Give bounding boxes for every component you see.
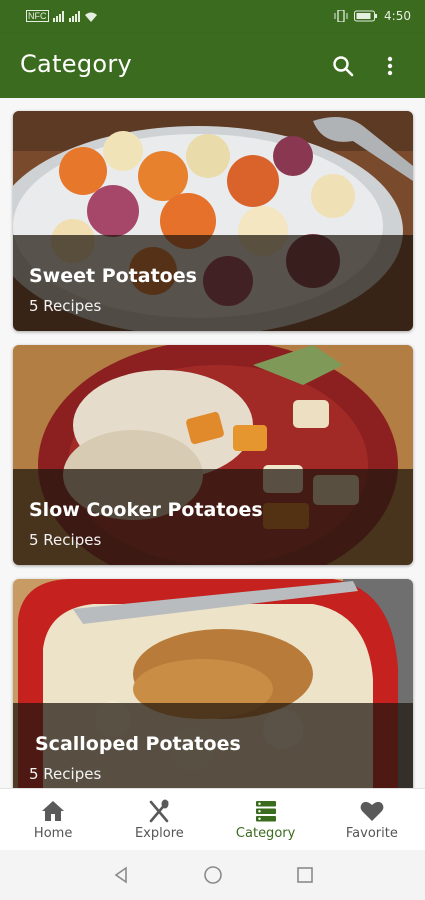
home-icon: [42, 800, 65, 821]
nav-category-label: Category: [235, 825, 296, 841]
more-vert-icon: [387, 56, 393, 76]
back-icon[interactable]: [111, 865, 131, 885]
recipe-count: 5 Recipes: [29, 531, 102, 549]
nfc-label: NFC: [26, 10, 49, 22]
category-title: Slow Cooker Potatoes: [29, 499, 263, 521]
nav-explore-label: Explore: [134, 825, 184, 841]
system-navigation-bar: [0, 850, 425, 900]
category-title: Sweet Potatoes: [29, 265, 197, 287]
search-button[interactable]: [329, 52, 357, 80]
recipe-count: 5 Recipes: [29, 765, 102, 783]
nav-favorite-label: Favorite: [345, 825, 398, 841]
recipe-count: 5 Recipes: [29, 297, 102, 315]
vibrate-icon: [334, 10, 348, 22]
signal-icon: [52, 11, 97, 22]
clock: 4:50: [384, 9, 411, 23]
app-bar: Category: [0, 34, 425, 98]
category-card-scalloped-potatoes[interactable]: Scalloped Potatoes 5 Recipes: [13, 579, 413, 788]
nav-category[interactable]: Category: [213, 789, 319, 850]
category-card-slow-cooker-potatoes[interactable]: Slow Cooker Potatoes 5 Recipes: [13, 345, 413, 565]
nav-home-label: Home: [33, 825, 73, 841]
nav-favorite[interactable]: Favorite: [319, 789, 425, 850]
bottom-navigation: Home Explore Category Favorite: [0, 788, 425, 850]
status-right: 4:50: [334, 9, 411, 23]
recents-icon[interactable]: [295, 865, 315, 885]
status-bar: NFC 4:50: [0, 0, 425, 34]
heart-icon: [360, 801, 384, 821]
battery-icon: [354, 10, 378, 22]
category-list[interactable]: Sweet Potatoes 5 Recipes Slow Cooker Pot…: [0, 98, 425, 788]
utensils-icon: [150, 799, 169, 822]
page-title: Category: [20, 50, 133, 78]
nav-home[interactable]: Home: [0, 789, 106, 850]
category-title: Scalloped Potatoes: [35, 733, 241, 755]
search-icon: [333, 56, 354, 77]
category-list-icon: [255, 800, 276, 821]
category-card-sweet-potatoes[interactable]: Sweet Potatoes 5 Recipes: [13, 111, 413, 331]
home-circle-icon[interactable]: [203, 865, 223, 885]
nav-explore[interactable]: Explore: [106, 789, 212, 850]
status-left: NFC: [26, 10, 99, 22]
more-options-button[interactable]: [376, 52, 404, 80]
